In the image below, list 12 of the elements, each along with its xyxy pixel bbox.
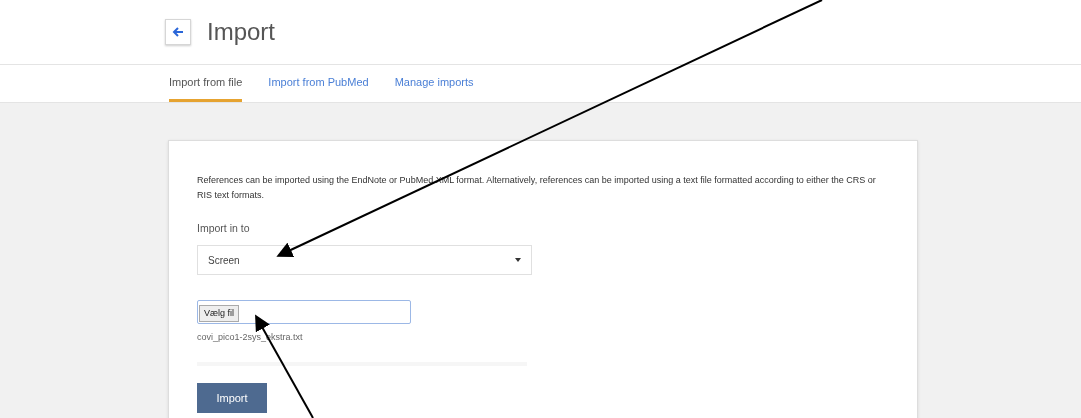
dropdown-caret-icon	[515, 258, 521, 262]
field-label: Import in to	[197, 222, 251, 234]
choose-file-button[interactable]: Vælg fil	[199, 304, 239, 322]
file-input-field[interactable]: Vælg fil	[197, 300, 411, 324]
import-into-dropdown[interactable]: Screen	[197, 245, 532, 275]
import-button[interactable]: Import	[197, 383, 267, 413]
page-title: Import	[207, 18, 275, 46]
tab[interactable]: Import from file	[169, 65, 243, 102]
back-button[interactable]	[165, 19, 191, 45]
left-arrow-icon	[172, 26, 184, 38]
tab[interactable]: Manage imports	[394, 65, 474, 102]
tab[interactable]: Import from PubMed	[268, 65, 369, 102]
